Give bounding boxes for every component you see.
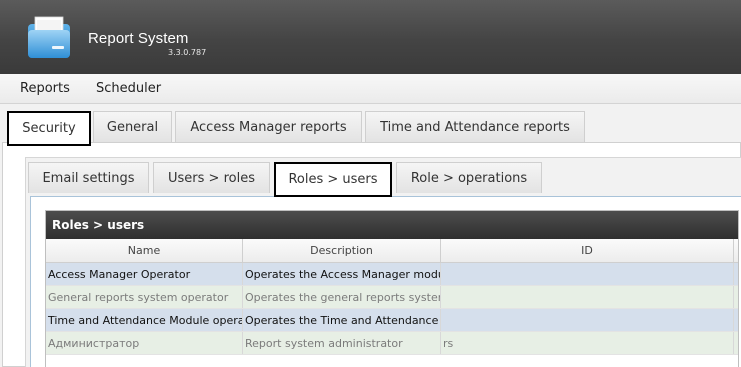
grid-header: Name Description ID xyxy=(46,239,738,263)
cell-description: Operates the Access Manager modu xyxy=(243,263,441,285)
app-version: 3.3.0.787 xyxy=(168,48,207,57)
cell-id xyxy=(441,263,734,285)
grid-title: Roles > users xyxy=(46,211,738,239)
cell-id: rs xyxy=(441,332,734,354)
app-header: Report System 3.3.0.787 xyxy=(0,0,741,74)
cell-description: Report system administrator xyxy=(243,332,441,354)
subtab-users-roles[interactable]: Users > roles xyxy=(153,162,270,193)
main-tab-content: Roles > users Name Description ID Access… xyxy=(2,142,741,367)
subtab-roles-users[interactable]: Roles > users xyxy=(274,162,392,197)
subtab-email-settings[interactable]: Email settings xyxy=(28,162,149,193)
tab-access-manager-reports[interactable]: Access Manager reports xyxy=(175,111,362,142)
table-row[interactable]: Администратор Report system administrato… xyxy=(46,332,738,355)
menu-item-reports[interactable]: Reports xyxy=(20,81,70,96)
table-row[interactable]: Access Manager Operator Operates the Acc… xyxy=(46,263,738,286)
sub-panel: Roles > users Name Description ID Access… xyxy=(25,157,741,367)
cell-description: Operates the Time and Attendance xyxy=(243,309,441,331)
folder-icon xyxy=(28,16,70,58)
cell-description: Operates the general reports syster xyxy=(243,286,441,308)
column-header-description[interactable]: Description xyxy=(243,239,441,262)
cell-name: General reports system operator xyxy=(46,286,243,308)
main-panel: Roles > users Name Description ID Access… xyxy=(0,104,741,367)
table-row[interactable]: General reports system operator Operates… xyxy=(46,286,738,309)
menu-bar: Reports Scheduler xyxy=(0,74,741,104)
roles-users-grid: Roles > users Name Description ID Access… xyxy=(45,210,739,367)
cell-name: Time and Attendance Module opera xyxy=(46,309,243,331)
menu-item-scheduler[interactable]: Scheduler xyxy=(96,81,161,96)
tab-general[interactable]: General xyxy=(93,111,172,142)
column-header-id[interactable]: ID xyxy=(441,239,734,262)
cell-id xyxy=(441,309,734,331)
cell-name: Access Manager Operator xyxy=(46,263,243,285)
tab-time-attendance-reports[interactable]: Time and Attendance reports xyxy=(365,111,585,142)
app-title: Report System xyxy=(88,30,189,47)
subtab-role-operations[interactable]: Role > operations xyxy=(396,162,542,193)
sub-tab-content: Roles > users Name Description ID Access… xyxy=(30,196,741,367)
cell-id xyxy=(441,286,734,308)
cell-name: Администратор xyxy=(46,332,243,354)
table-row[interactable]: Time and Attendance Module opera Operate… xyxy=(46,309,738,332)
tab-security[interactable]: Security xyxy=(7,111,91,146)
column-header-name[interactable]: Name xyxy=(46,239,243,262)
